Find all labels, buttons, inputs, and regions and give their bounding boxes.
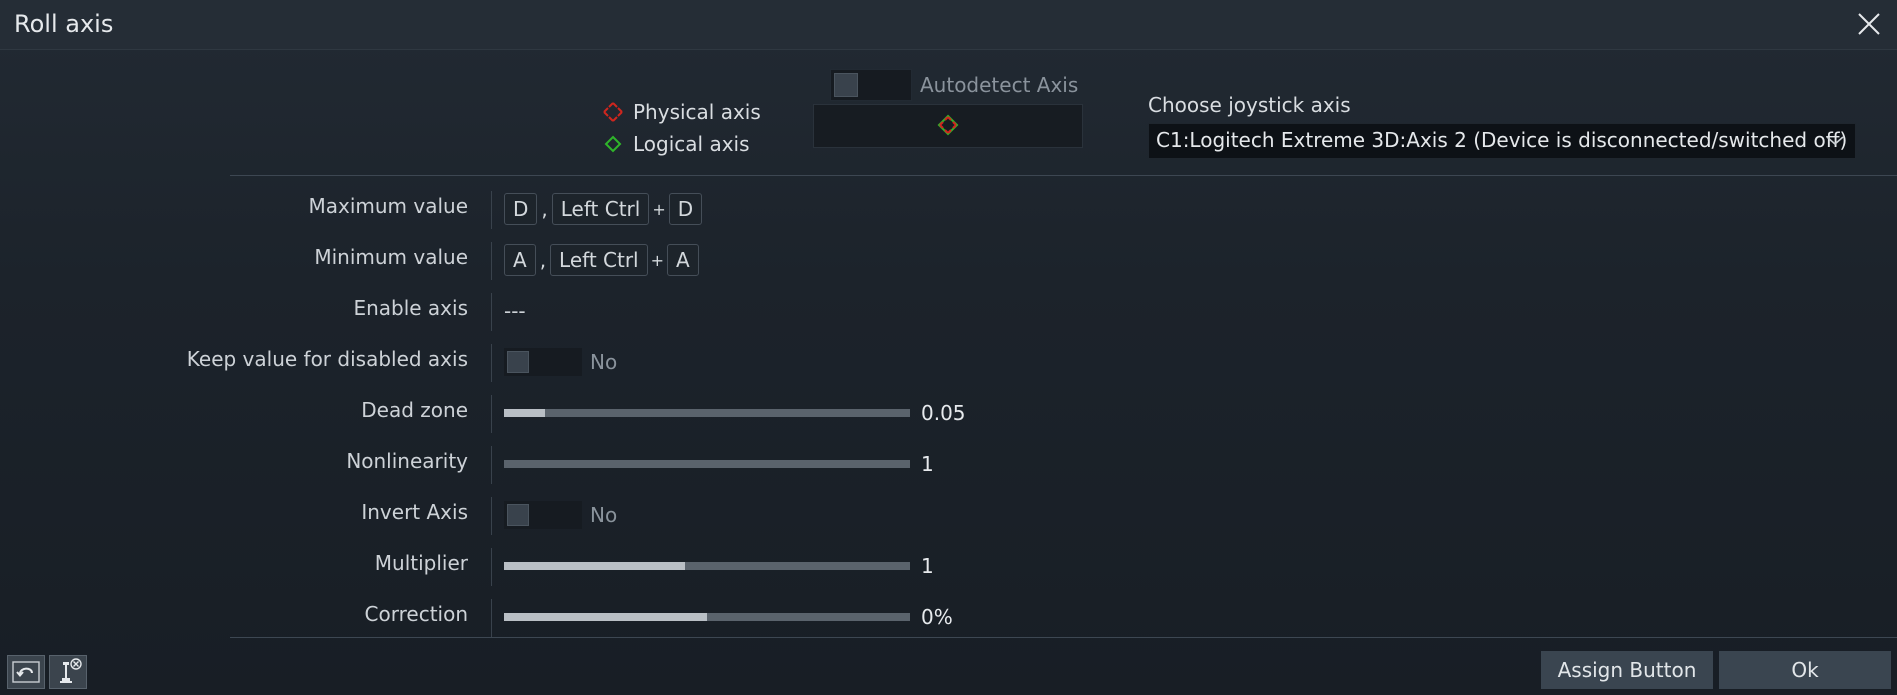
joystick-axis-value: C1:Logitech Extreme 3D:Axis 2 (Device is… [1156,128,1848,152]
key-binding[interactable]: A [667,244,699,276]
toggle-knob [507,351,529,373]
divider [491,599,492,637]
row-maximum-value: Maximum value D , Left Ctrl + D [0,185,1100,236]
key-binding[interactable]: D [504,193,538,225]
enable-axis-value[interactable]: --- [504,299,526,323]
slider-value: 0.05 [921,401,966,425]
axis-position-icon [937,114,959,136]
close-icon [1858,13,1880,35]
row-label: Minimum value [314,245,468,269]
divider [491,497,492,535]
slider-value: 1 [921,452,934,476]
row-label: Correction [364,602,468,626]
nonlinearity-slider[interactable] [504,460,910,468]
close-button[interactable] [1853,8,1885,40]
physical-axis-icon [603,102,623,122]
autodetect-toggle[interactable] [830,69,912,101]
legend-logical-label: Logical axis [633,132,750,156]
logical-axis-icon [604,135,622,153]
row-keep-value: Keep value for disabled axis No [0,338,1100,389]
row-label: Dead zone [361,398,468,422]
toggle-state: No [590,350,618,374]
slider-fill [504,613,707,621]
axis-legend: Physical axis Logical axis [602,96,761,160]
autodetect-label: Autodetect Axis [920,73,1079,97]
row-enable-axis: Enable axis --- [0,287,1100,338]
row-multiplier: Multiplier 1 [0,542,1100,593]
joystick-clear-icon [60,658,82,683]
axis-preview [813,104,1083,148]
row-label: Maximum value [308,194,468,218]
binding-separator: , [539,248,547,272]
divider [491,191,492,229]
legend-logical: Logical axis [602,128,761,160]
divider [230,637,1897,638]
correction-slider[interactable] [504,613,910,621]
row-label: Multiplier [374,551,468,575]
key-binding[interactable]: A [504,244,536,276]
keep-value-toggle[interactable] [504,348,582,376]
divider [491,548,492,586]
key-binding[interactable]: D [668,193,703,225]
row-invert-axis: Invert Axis No [0,491,1100,542]
row-label: Invert Axis [361,500,468,524]
row-dead-zone: Dead zone 0.05 [0,389,1100,440]
row-minimum-value: Minimum value A , Left Ctrl + A [0,236,1100,287]
row-label: Keep value for disabled axis [186,347,468,371]
toggle-knob [834,73,858,97]
dead-zone-slider[interactable] [504,409,910,417]
toggle-knob [507,504,529,526]
divider [491,395,492,433]
binding-separator: , [541,197,548,221]
reset-button[interactable] [7,655,45,689]
divider [491,446,492,484]
divider [491,293,492,331]
row-label: Nonlinearity [346,449,468,473]
divider [230,175,1897,176]
row-nonlinearity: Nonlinearity 1 [0,440,1100,491]
slider-fill [504,562,685,570]
chevron-down-icon [1826,136,1844,146]
joystick-axis-label: Choose joystick axis [1148,93,1351,117]
joystick-axis-select[interactable]: C1:Logitech Extreme 3D:Axis 2 (Device is… [1148,123,1856,159]
slider-value: 0% [921,605,953,629]
title-bar: Roll axis [0,0,1897,50]
clear-binding-button[interactable] [49,655,87,689]
key-binding[interactable]: Left Ctrl [550,244,648,276]
plus-sign: + [650,250,665,270]
multiplier-slider[interactable] [504,562,910,570]
slider-fill [504,409,545,417]
undo-icon [12,661,40,683]
invert-axis-toggle[interactable] [504,501,582,529]
divider [491,242,492,280]
plus-sign: + [652,199,666,219]
key-binding[interactable]: Left Ctrl [551,193,650,225]
assign-button[interactable]: Assign Button [1541,651,1713,689]
axis-settings-window: Roll axis Physical axis Logical axis Aut… [0,0,1897,695]
toggle-state: No [590,503,618,527]
slider-value: 1 [921,554,934,578]
ok-button[interactable]: Ok [1719,651,1891,689]
joystick-axis-chooser: Choose joystick axis C1:Logitech Extreme… [1148,93,1856,159]
window-title: Roll axis [14,10,114,38]
legend-physical-label: Physical axis [633,100,761,124]
row-label: Enable axis [353,296,468,320]
divider [491,344,492,382]
autodetect-axis: Autodetect Axis [830,69,1078,101]
legend-physical: Physical axis [602,96,761,128]
footer-bar: Assign Button Ok [0,646,1897,695]
